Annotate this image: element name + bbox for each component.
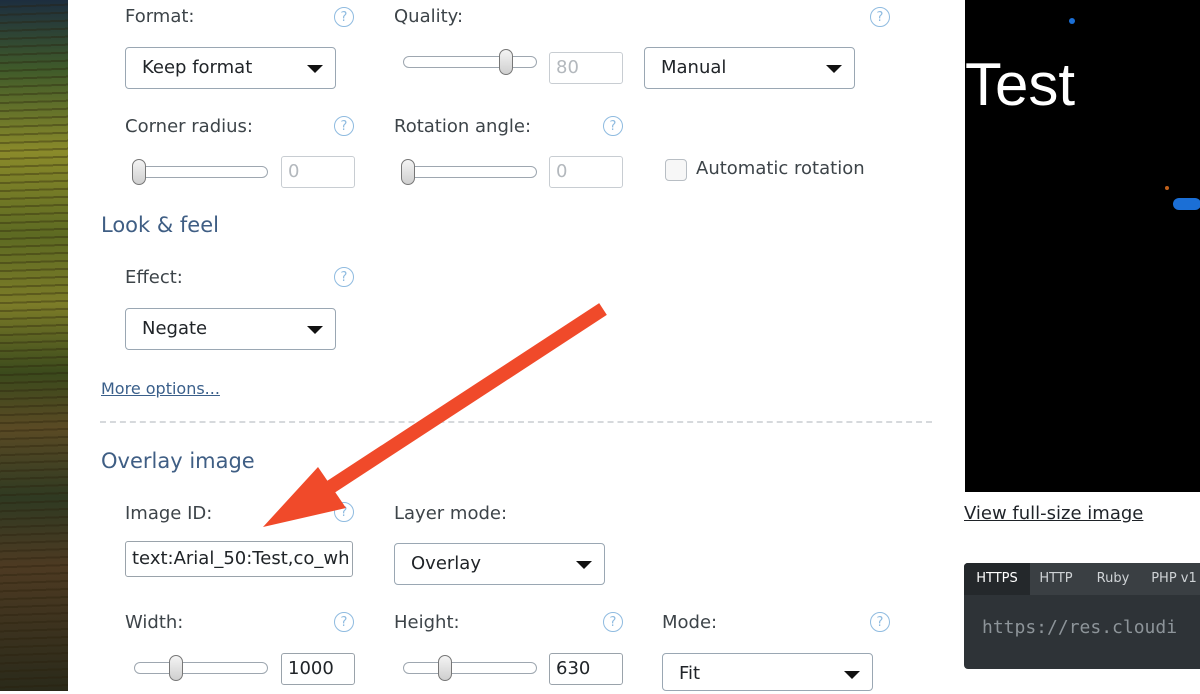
code-snippet-panel: HTTPS HTTP Ruby PHP v1 https://res.cloud… [964, 563, 1200, 669]
automatic-rotation-checkbox[interactable] [665, 159, 687, 181]
format-select[interactable]: Keep format [125, 47, 336, 89]
width-help-icon[interactable]: ? [334, 612, 354, 632]
chevron-down-icon [307, 65, 323, 73]
tab-http[interactable]: HTTP [1030, 563, 1082, 595]
overlay-image-heading: Overlay image [101, 449, 255, 473]
format-select-value: Keep format [142, 57, 253, 78]
preview-speck [1173, 198, 1200, 210]
preview-image[interactable]: Test [965, 0, 1200, 492]
effect-label: Effect: [125, 267, 183, 288]
quality-help-icon[interactable]: ? [870, 7, 890, 27]
image-id-help-icon[interactable]: ? [334, 502, 354, 522]
effect-select-value: Negate [142, 318, 208, 339]
tab-https[interactable]: HTTPS [964, 563, 1030, 595]
mode-label: Mode: [662, 612, 718, 633]
layer-mode-label: Layer mode: [394, 503, 508, 524]
look-feel-heading: Look & feel [101, 213, 219, 237]
layer-mode-value: Overlay [411, 553, 481, 574]
preview-overlay-text: Test [965, 51, 1076, 118]
height-input[interactable]: 630 [549, 653, 623, 685]
layer-mode-select[interactable]: Overlay [394, 543, 605, 585]
quality-input[interactable]: 80 [549, 52, 623, 84]
mode-help-icon[interactable]: ? [870, 612, 890, 632]
corner-radius-slider-handle[interactable] [132, 159, 146, 185]
height-help-icon[interactable]: ? [603, 612, 623, 632]
width-label: Width: [125, 612, 184, 633]
format-label: Format: [125, 6, 195, 27]
section-divider [100, 421, 932, 423]
more-options-link[interactable]: More options... [101, 379, 220, 398]
rotation-angle-input[interactable]: 0 [549, 156, 623, 188]
width-slider-handle[interactable] [168, 655, 183, 681]
tab-ruby[interactable]: Ruby [1084, 563, 1142, 595]
quality-mode-select[interactable]: Manual [644, 47, 855, 89]
rotation-angle-slider[interactable] [403, 166, 537, 178]
chevron-down-icon [576, 561, 592, 569]
corner-radius-label: Corner radius: [125, 116, 253, 137]
corner-radius-help-icon[interactable]: ? [334, 116, 354, 136]
image-id-input[interactable]: text:Arial_50:Test,co_wh [125, 541, 353, 577]
image-id-label: Image ID: [125, 503, 213, 524]
quality-slider-handle[interactable] [498, 49, 513, 75]
format-help-icon[interactable]: ? [334, 7, 354, 27]
corner-radius-slider[interactable] [134, 166, 268, 178]
chevron-down-icon [844, 671, 860, 679]
quality-label: Quality: [394, 6, 464, 27]
mode-select[interactable]: Fit [662, 653, 873, 691]
effect-select[interactable]: Negate [125, 308, 336, 350]
preview-speck [1069, 18, 1075, 24]
chevron-down-icon [826, 65, 842, 73]
chevron-down-icon [307, 326, 323, 334]
automatic-rotation-label[interactable]: Automatic rotation [696, 158, 865, 179]
mode-select-value: Fit [679, 663, 701, 684]
view-full-size-link[interactable]: View full-size image [964, 503, 1143, 524]
corner-radius-input[interactable]: 0 [281, 156, 355, 188]
code-url: https://res.cloudi [982, 617, 1178, 638]
tab-php[interactable]: PHP v1 [1144, 563, 1200, 595]
quality-slider[interactable] [403, 56, 537, 68]
height-slider-handle[interactable] [437, 655, 452, 681]
height-slider[interactable] [403, 662, 537, 674]
width-slider[interactable] [134, 662, 268, 674]
preview-speck [1165, 186, 1169, 190]
rotation-angle-slider-handle[interactable] [401, 159, 415, 185]
width-input[interactable]: 1000 [281, 653, 355, 685]
background-photo [0, 0, 68, 691]
rotation-angle-label: Rotation angle: [394, 116, 532, 137]
quality-mode-value: Manual [661, 57, 727, 78]
rotation-angle-help-icon[interactable]: ? [603, 116, 623, 136]
height-label: Height: [394, 612, 460, 633]
effect-help-icon[interactable]: ? [334, 267, 354, 287]
